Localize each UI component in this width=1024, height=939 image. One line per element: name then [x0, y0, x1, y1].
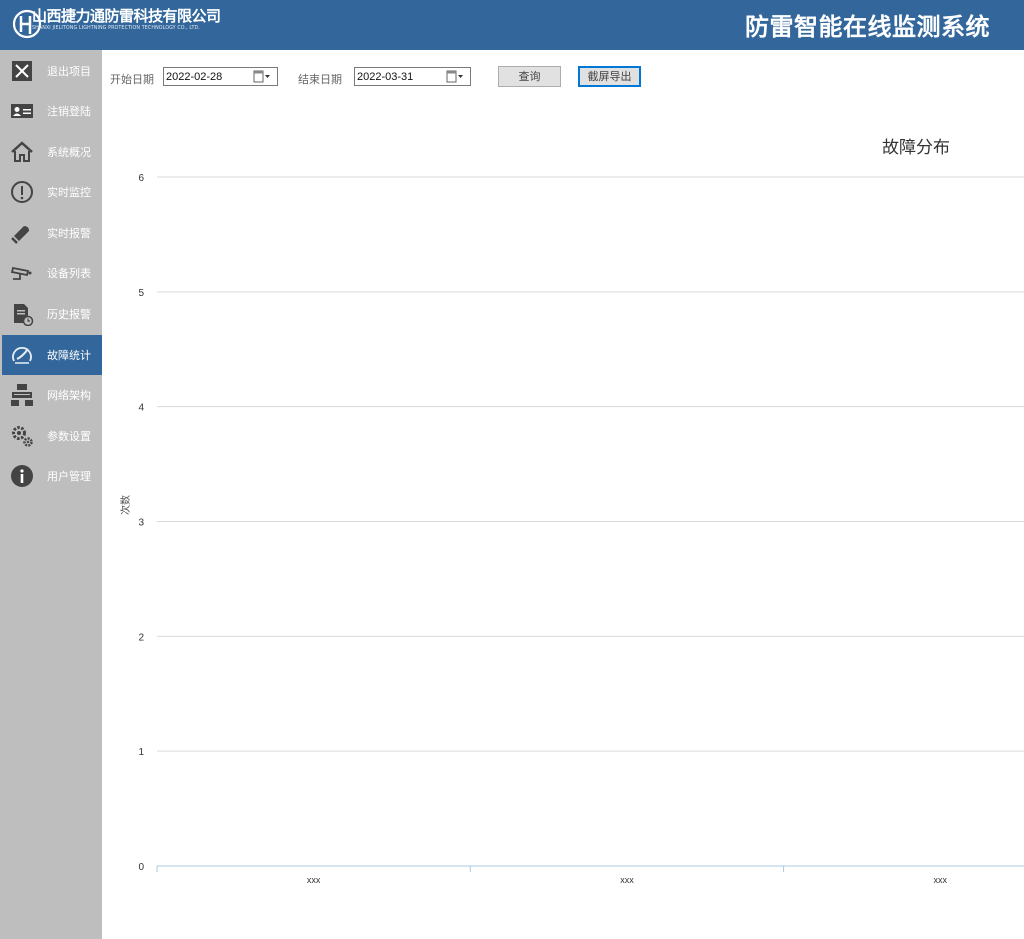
x-tick-label: xxx [620, 875, 634, 885]
y-tick-label: 0 [138, 862, 144, 873]
y-tick-label: 5 [138, 288, 144, 299]
x-tick-label: xxx [934, 875, 948, 885]
fault-distribution-chart: 0 1 2 3 4 5 6 xxx xxx xxx [138, 173, 1024, 885]
y-tick-label: 3 [138, 518, 144, 529]
y-tick-label: 6 [138, 173, 144, 184]
x-tick-label: xxx [307, 875, 321, 885]
y-tick-label: 1 [138, 747, 144, 758]
y-tick-label: 4 [138, 403, 144, 414]
y-tick-label: 2 [138, 632, 144, 643]
